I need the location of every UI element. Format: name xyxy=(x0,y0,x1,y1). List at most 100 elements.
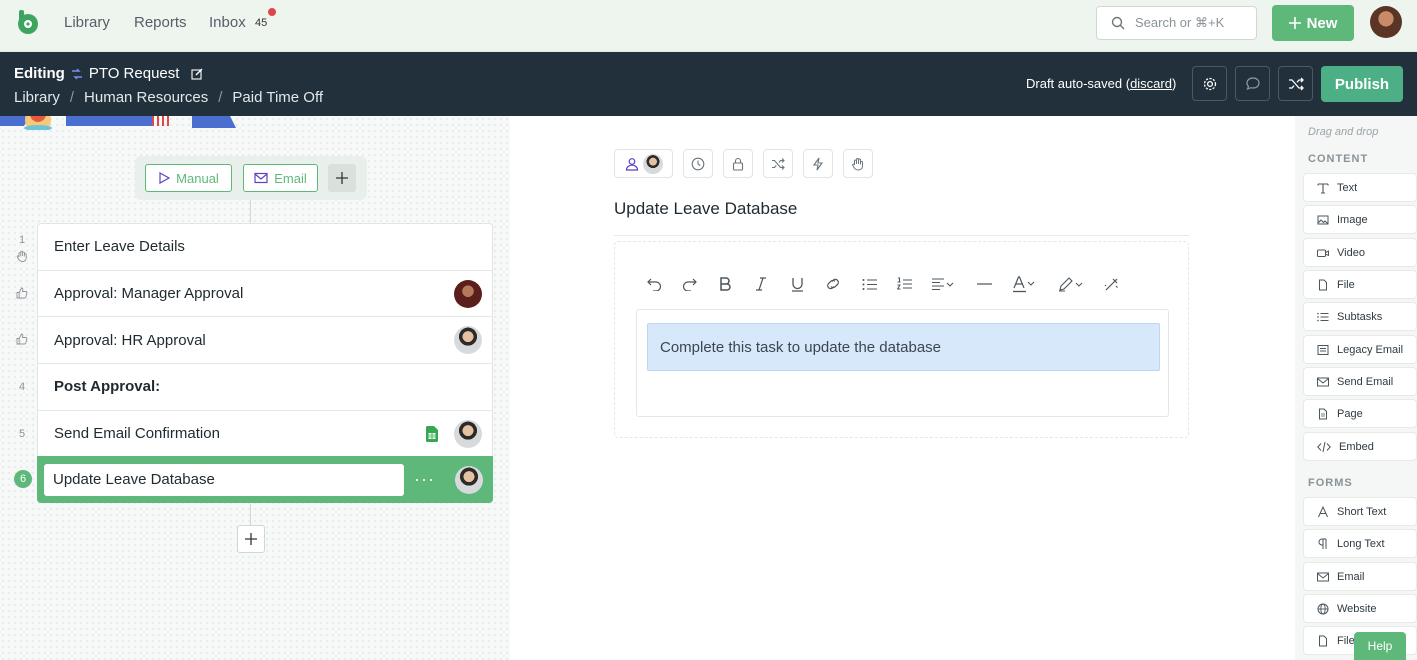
underline-icon[interactable] xyxy=(789,273,805,295)
assignee-avatar[interactable] xyxy=(454,419,482,448)
step-item[interactable]: 5 Send Email Confirmation xyxy=(19,411,492,458)
assignee-avatar xyxy=(642,153,663,174)
palette-item-video[interactable]: Video xyxy=(1303,238,1417,267)
assignee-avatar[interactable] xyxy=(454,279,482,308)
step-label: Approval: Manager Approval xyxy=(54,285,244,303)
publish-button[interactable]: Publish xyxy=(1321,66,1403,102)
palette-item-label: Subtasks xyxy=(1337,310,1383,323)
callout-text: Complete this task to update the databas… xyxy=(660,338,942,356)
nav-library-link[interactable]: Library xyxy=(64,14,110,31)
draft-status-text: Draft auto-saved xyxy=(1026,76,1123,91)
permissions-button[interactable] xyxy=(723,149,753,178)
search-icon xyxy=(1111,16,1125,30)
settings-button[interactable] xyxy=(1192,66,1227,101)
palette-item-website[interactable]: Website xyxy=(1303,594,1417,623)
new-button-label: New xyxy=(1306,14,1338,32)
file-icon xyxy=(1317,279,1329,291)
app-logo-icon[interactable] xyxy=(14,8,42,36)
comments-button[interactable] xyxy=(1235,66,1270,101)
numbered-list-icon[interactable] xyxy=(896,273,912,295)
connector-line xyxy=(250,504,251,525)
highlight-icon[interactable] xyxy=(1057,273,1085,295)
undo-icon[interactable] xyxy=(646,273,662,295)
bold-icon[interactable] xyxy=(717,273,733,295)
palette-item-subtasks[interactable]: Subtasks xyxy=(1303,302,1417,331)
italic-icon[interactable] xyxy=(753,273,769,295)
add-step-button[interactable] xyxy=(237,525,265,553)
clear-formatting-icon[interactable] xyxy=(1103,273,1119,295)
discard-link[interactable]: discard xyxy=(1130,76,1172,91)
link-icon[interactable] xyxy=(823,273,843,295)
nav-inbox-link[interactable]: Inbox xyxy=(209,14,246,31)
step-label: Send Email Confirmation xyxy=(54,425,220,443)
due-date-button[interactable] xyxy=(683,149,713,178)
bullet-list-icon[interactable] xyxy=(861,273,877,295)
manual-trigger-button[interactable]: Manual xyxy=(145,164,232,192)
palette-item-page[interactable]: Page xyxy=(1303,399,1417,428)
file-icon xyxy=(1317,635,1329,647)
add-trigger-button[interactable] xyxy=(328,164,356,192)
step-label: Enter Leave Details xyxy=(54,238,185,256)
edit-pencil-icon[interactable] xyxy=(191,68,203,80)
task-title[interactable]: Update Leave Database xyxy=(614,199,797,219)
palette-item-short-text[interactable]: Short Text xyxy=(1303,497,1417,526)
breadcrumb-human-resources[interactable]: Human Resources xyxy=(84,89,208,106)
step-item[interactable]: Approval: Manager Approval xyxy=(16,271,492,318)
step-item[interactable]: Approval: HR Approval xyxy=(16,317,492,365)
help-button[interactable]: Help xyxy=(1354,632,1406,660)
assignee-avatar[interactable] xyxy=(454,326,482,355)
step-number: 5 xyxy=(18,427,26,440)
envelope-icon xyxy=(1317,376,1329,388)
assignee-avatar[interactable] xyxy=(455,465,483,494)
globe-icon xyxy=(1317,603,1329,615)
breadcrumb-paid-time-off[interactable]: Paid Time Off xyxy=(232,89,323,106)
search-input[interactable]: Search or ⌘+K xyxy=(1096,6,1257,40)
palette-item-embed[interactable]: Embed xyxy=(1303,432,1417,461)
palette-item-email[interactable]: Email xyxy=(1303,562,1417,591)
step-label: Approval: HR Approval xyxy=(54,331,206,349)
divider xyxy=(614,235,1189,236)
email-trigger-button[interactable]: Email xyxy=(243,164,318,192)
step-item-active[interactable]: 6 Update Leave Database ··· xyxy=(14,456,493,504)
lock-icon xyxy=(731,157,745,171)
code-icon xyxy=(1317,441,1331,453)
conditional-logic-button[interactable] xyxy=(763,149,793,178)
palette-item-legacy-email[interactable]: Legacy Email xyxy=(1303,335,1417,364)
palette-item-label: File xyxy=(1337,278,1355,291)
more-options-icon[interactable]: ··· xyxy=(414,469,435,490)
workflow-name[interactable]: PTO Request xyxy=(89,65,180,82)
text-color-icon[interactable] xyxy=(1012,273,1036,295)
palette-item-text[interactable]: Text xyxy=(1303,173,1417,202)
nav-reports-link[interactable]: Reports xyxy=(134,14,187,31)
user-avatar[interactable] xyxy=(1370,6,1402,38)
video-icon xyxy=(1317,247,1329,259)
step-item[interactable]: 4 Post Approval: xyxy=(19,364,492,411)
redo-icon[interactable] xyxy=(681,273,697,295)
palette-item-label: Short Text xyxy=(1337,505,1387,518)
palette-item-label: Send Email xyxy=(1337,375,1394,388)
align-dropdown-icon[interactable] xyxy=(932,273,956,295)
shuffle-button[interactable] xyxy=(1278,66,1313,101)
breadcrumb-library[interactable]: Library xyxy=(14,89,60,106)
editing-mode-label: Editing xyxy=(14,65,65,82)
step-title-input[interactable]: Update Leave Database xyxy=(44,463,404,496)
palette-item-file[interactable]: File xyxy=(1303,270,1417,299)
palette-item-long-text[interactable]: Long Text xyxy=(1303,529,1417,558)
automations-button[interactable] xyxy=(803,149,833,178)
palette-item-send-email[interactable]: Send Email xyxy=(1303,367,1417,396)
rich-text-editor[interactable]: Complete this task to update the databas… xyxy=(636,309,1169,417)
stop-task-button[interactable] xyxy=(843,149,873,178)
thumbs-up-icon xyxy=(14,333,30,345)
new-button[interactable]: New xyxy=(1272,5,1354,41)
callout-block[interactable]: Complete this task to update the databas… xyxy=(647,323,1160,371)
plus-icon xyxy=(1288,17,1301,29)
inbox-count-badge: 45 xyxy=(255,17,268,29)
gear-icon xyxy=(1202,76,1218,92)
palette-item-image[interactable]: Image xyxy=(1303,205,1417,234)
horizontal-rule-icon[interactable] xyxy=(976,273,992,295)
envelope-icon xyxy=(1317,571,1329,583)
assignees-button[interactable] xyxy=(614,149,673,178)
palette-item-label: Text xyxy=(1337,181,1358,194)
step-item[interactable]: 1 Enter Leave Details xyxy=(16,224,492,271)
palette-item-label: Video xyxy=(1337,246,1365,259)
